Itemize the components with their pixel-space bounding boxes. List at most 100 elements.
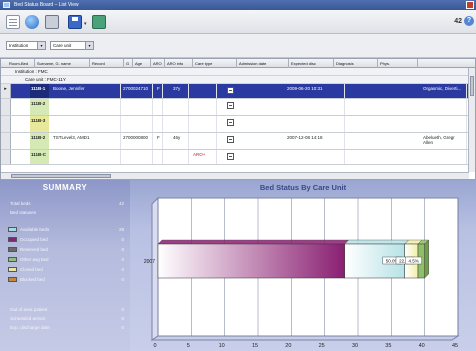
status-swatch — [8, 277, 17, 282]
x-tick-label: 5 — [187, 343, 190, 349]
save-icon[interactable] — [68, 15, 82, 29]
row-selector[interactable]: ▸ — [1, 84, 11, 98]
name-cell — [51, 99, 121, 115]
bar-end-face — [424, 239, 429, 279]
bed-status-window: Bed Status Board – List View ▾ 42 ? Inst… — [0, 0, 476, 351]
row-selector[interactable] — [1, 116, 11, 132]
name-cell — [51, 150, 121, 164]
aro-cell — [191, 116, 217, 132]
name-cell: Boone, Jennifer — [51, 84, 121, 98]
age-cell: 37y — [171, 84, 189, 98]
note-icon[interactable] — [227, 119, 234, 126]
column-header[interactable]: Age — [133, 59, 151, 68]
column-header[interactable]: Expected disc — [289, 59, 334, 68]
aro-cell — [191, 84, 217, 98]
bed-cell[interactable]: 111B-2 — [30, 133, 49, 149]
table-row[interactable]: 111B-3 — [1, 116, 475, 133]
column-header[interactable]: Care type — [193, 59, 237, 68]
note-icon[interactable] — [227, 153, 234, 160]
group-institution: Institution : FMC — [1, 68, 475, 76]
summary-label: Reserved bed — [20, 247, 49, 252]
x-tick-label: 30 — [352, 343, 358, 349]
column-header[interactable]: Record — [90, 59, 124, 68]
x-tick-label: 15 — [252, 343, 258, 349]
export-icon[interactable] — [92, 15, 106, 29]
bed-cell[interactable]: 111B-1 — [30, 84, 49, 98]
bed-cell[interactable]: 111B-C — [30, 150, 49, 164]
institution-select-label: Institution — [9, 43, 29, 48]
summary-panel: SUMMARY Total beds 42 Bed statuses Availabl… — [0, 180, 130, 351]
summary-value: 0 — [121, 307, 124, 312]
diagnosis-cell — [421, 150, 467, 164]
name-cell: TSTLevel3, AMD1 — [51, 133, 121, 149]
globe-icon[interactable] — [25, 15, 39, 29]
summary-line: Bed statuses — [10, 209, 124, 216]
chevron-down-icon[interactable]: ▾ — [84, 21, 87, 27]
vertical-scrollbar[interactable] — [468, 68, 475, 172]
bed-cell[interactable]: 111B-3 — [30, 116, 49, 132]
bar-segment — [157, 243, 345, 279]
help-button[interactable]: ? — [464, 16, 474, 26]
record-cell — [121, 99, 153, 115]
summary-line: Total beds 42 — [10, 200, 124, 207]
column-header[interactable]: Diagnosis — [334, 59, 378, 68]
summary-line: Out of area patient 0 — [10, 306, 124, 313]
horizontal-scrollbar[interactable] — [1, 172, 469, 179]
g-cell — [155, 116, 163, 132]
scroll-thumb[interactable] — [470, 76, 474, 96]
column-header[interactable]: ARO — [151, 59, 165, 68]
column-header[interactable]: Surname, G. name — [35, 59, 90, 68]
x-tick-label: 45 — [452, 343, 458, 349]
table-row[interactable]: 111B-2 TSTLevel3, AMD1 2700000800 F 46y 2007-… — [1, 133, 475, 150]
row-selector[interactable] — [1, 133, 11, 149]
column-header-row: Room-Bed Surname, G. name Record G Age ARO ARO… — [1, 59, 475, 68]
column-header[interactable]: G — [124, 59, 133, 68]
x-tick-label: 40 — [419, 343, 425, 349]
note-icon[interactable] — [227, 87, 234, 94]
column-header[interactable]: Phys. — [378, 59, 418, 68]
status-swatch — [8, 257, 17, 262]
table-row[interactable]: 111B-2 — [1, 99, 475, 116]
toolbar: ▾ 42 ? — [0, 10, 476, 34]
x-tick-label: 0 — [153, 343, 156, 349]
table-row[interactable]: ▸ 111B-1 Boone, Jennifer 2700024710 F 37y 2009… — [1, 84, 475, 99]
column-header[interactable]: Room-Bed — [7, 59, 35, 68]
care-unit-select[interactable]: Care unit ▾ — [50, 41, 94, 50]
summary-label: Bed statuses — [10, 210, 37, 215]
row-selector[interactable] — [1, 99, 11, 115]
row-selector[interactable] — [1, 150, 11, 164]
plot-wall — [151, 196, 159, 341]
care-unit-select-label: Care unit — [53, 43, 72, 48]
summary-value: 0 — [121, 247, 124, 252]
status-swatch — [8, 227, 17, 232]
plot-floor — [150, 335, 460, 341]
column-header[interactable]: Admission date — [237, 59, 289, 68]
print-icon[interactable] — [45, 15, 59, 29]
summary-line: Scheduled arrival 0 — [10, 315, 124, 322]
bed-cell[interactable]: 111B-2 — [30, 99, 49, 115]
summary-label: Blocked bed — [20, 277, 45, 282]
close-icon[interactable] — [466, 1, 474, 9]
admission-cell — [285, 116, 345, 132]
admission-cell: 2007-12-08 14:18 — [285, 133, 345, 149]
note-icon[interactable] — [227, 102, 234, 109]
x-tick-label: 10 — [219, 343, 225, 349]
summary-line: Occupied bed 0 — [8, 236, 124, 243]
note-icon[interactable] — [227, 136, 234, 143]
document-icon[interactable] — [6, 15, 20, 29]
summary-line: Reserved bed 0 — [8, 246, 124, 253]
aro-cell — [191, 99, 217, 115]
record-cell — [121, 150, 153, 164]
bar-top — [157, 239, 350, 245]
x-tick-label: 35 — [385, 343, 391, 349]
data-label: 4.5% — [409, 259, 419, 264]
table-row[interactable]: 111B-C ARO+ — [1, 150, 475, 165]
chevron-down-icon: ▾ — [85, 42, 93, 49]
column-header[interactable]: ARO info — [165, 59, 193, 68]
summary-line: Other avg bed 0 — [8, 256, 124, 263]
institution-select[interactable]: Institution ▾ — [6, 41, 46, 50]
summary-value: 0 — [121, 257, 124, 262]
summary-line: Blocked bed 0 — [8, 276, 124, 283]
g-cell — [155, 99, 163, 115]
scroll-thumb[interactable] — [11, 174, 111, 178]
